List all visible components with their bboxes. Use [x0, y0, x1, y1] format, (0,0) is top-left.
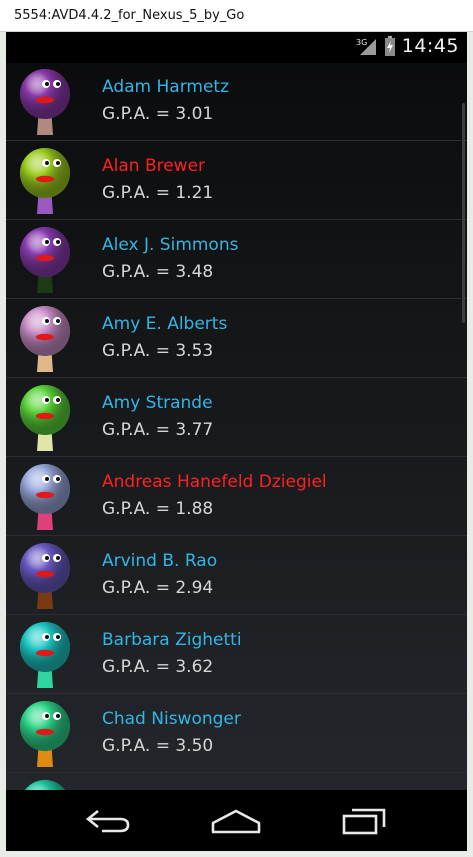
student-gpa: G.P.A. = 3.48	[102, 262, 214, 282]
student-row[interactable]: Amy Strande G.P.A. = 3.77	[6, 379, 467, 457]
student-gpa: G.P.A. = 3.77	[102, 420, 214, 440]
emulator-window-title: 5554:AVD4.4.2_for_Nexus_5_by_Go	[0, 0, 473, 32]
student-name: Arvind B. Rao	[102, 551, 218, 571]
status-bar: 3G 14:45	[6, 32, 467, 63]
student-row[interactable]: Chad Niswonger G.P.A. = 3.50	[6, 695, 467, 773]
mushroom-avatar-icon	[25, 780, 65, 790]
home-icon	[211, 809, 261, 834]
mushroom-avatar-icon	[20, 148, 70, 214]
student-row[interactable]: Alan Brewer G.P.A. = 1.21	[6, 142, 467, 220]
student-name: Amy E. Alberts	[102, 314, 228, 334]
student-row[interactable]	[6, 774, 467, 790]
student-name: Chad Niswonger	[102, 709, 241, 729]
home-button[interactable]	[206, 804, 266, 838]
battery-icon	[384, 36, 395, 56]
student-name: Barbara Zighetti	[102, 630, 242, 650]
student-row[interactable]: Barbara Zighetti G.P.A. = 3.62	[6, 616, 467, 694]
navigation-bar	[6, 790, 467, 851]
student-row[interactable]: Amy E. Alberts G.P.A. = 3.53	[6, 300, 467, 378]
mushroom-avatar-icon	[20, 306, 70, 372]
student-gpa: G.P.A. = 3.01	[102, 104, 214, 124]
mushroom-avatar-icon	[20, 69, 70, 135]
mushroom-avatar-icon	[20, 385, 70, 451]
mushroom-avatar-icon	[20, 227, 70, 293]
student-name: Adam Harmetz	[102, 77, 230, 97]
3g-signal-icon: 3G	[356, 38, 376, 55]
mushroom-avatar-icon	[20, 543, 70, 609]
student-name: Alan Brewer	[102, 156, 206, 176]
student-gpa: G.P.A. = 1.21	[102, 183, 214, 203]
student-row[interactable]: Alex J. Simmons G.P.A. = 3.48	[6, 221, 467, 299]
student-gpa: G.P.A. = 3.53	[102, 341, 214, 361]
recent-apps-icon	[342, 808, 386, 835]
recent-apps-button[interactable]	[334, 804, 394, 838]
student-name: Amy Strande	[102, 393, 213, 413]
device-screen: 3G 14:45 Adam Harmetz G.P.A. = 3.01 Alan B…	[6, 32, 467, 851]
scrollbar-thumb[interactable]	[462, 103, 465, 323]
student-name: Alex J. Simmons	[102, 235, 239, 255]
student-gpa: G.P.A. = 1.88	[102, 499, 214, 519]
student-row[interactable]: Adam Harmetz G.P.A. = 3.01	[6, 63, 467, 141]
student-list[interactable]: Adam Harmetz G.P.A. = 3.01 Alan Brewer G.P.…	[6, 63, 467, 790]
student-gpa: G.P.A. = 3.50	[102, 736, 214, 756]
mushroom-avatar-icon	[20, 701, 70, 767]
student-name: Andreas Hanefeld Dziegiel	[102, 472, 327, 492]
svg-text:3G: 3G	[356, 38, 367, 47]
clock: 14:45	[401, 35, 459, 57]
mushroom-avatar-icon	[20, 622, 70, 688]
back-button[interactable]	[78, 804, 138, 838]
student-gpa: G.P.A. = 3.62	[102, 657, 214, 677]
back-icon	[85, 809, 130, 833]
mushroom-avatar-icon	[20, 464, 70, 530]
student-gpa: G.P.A. = 2.94	[102, 578, 214, 598]
student-row[interactable]: Andreas Hanefeld Dziegiel G.P.A. = 1.88	[6, 458, 467, 536]
student-row[interactable]: Arvind B. Rao G.P.A. = 2.94	[6, 537, 467, 615]
